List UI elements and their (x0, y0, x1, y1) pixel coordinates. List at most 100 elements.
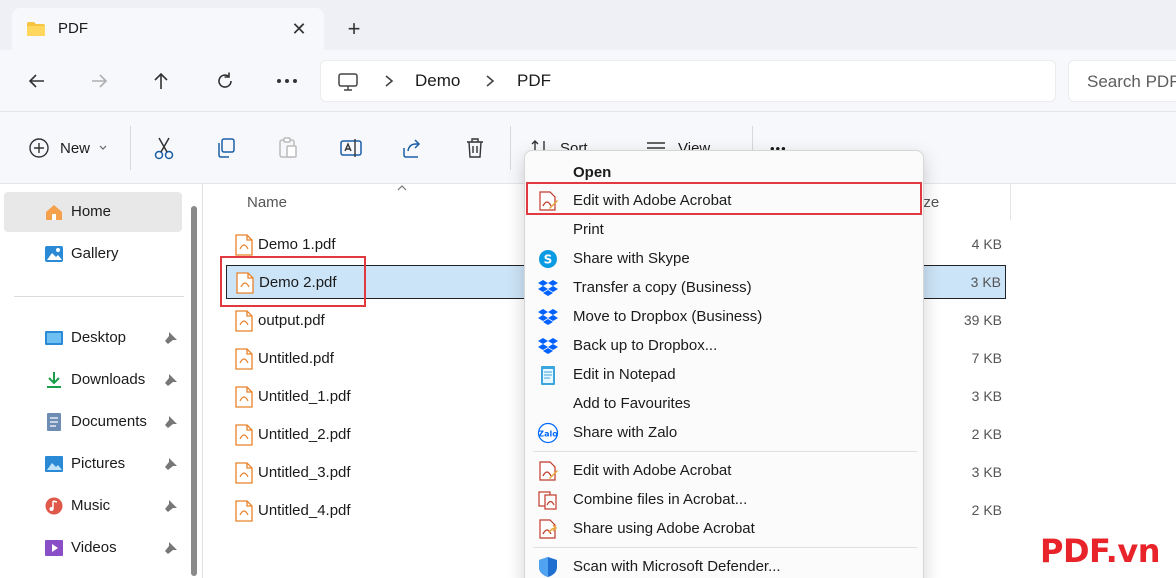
file-name: Untitled_3.pdf (258, 464, 351, 481)
sidebar-item-label: Desktop (71, 329, 127, 346)
sidebar-item-label: Home (71, 203, 112, 220)
watermark-logo: PDF.vn (1040, 532, 1160, 570)
sidebar-item-desktop[interactable]: Desktop (4, 318, 182, 358)
paste-button[interactable] (277, 134, 299, 162)
arrow-right-icon (92, 74, 108, 88)
navigation-bar: Demo PDF Search PDF (0, 50, 1176, 112)
skype-icon: S (539, 250, 557, 268)
rename-button[interactable] (339, 134, 363, 162)
file-name: output.pdf (258, 312, 325, 329)
sidebar-item-home[interactable]: Home (4, 192, 182, 232)
file-size: 3 KB (971, 388, 1002, 404)
file-size: 2 KB (971, 502, 1002, 518)
svg-text:S: S (544, 253, 553, 267)
pin-icon (165, 374, 177, 386)
plus-circle-icon (29, 138, 49, 158)
desktop-icon (45, 331, 63, 345)
new-tab-button[interactable]: + (342, 18, 366, 42)
file-name: Demo 1.pdf (258, 236, 336, 253)
paste-icon (279, 137, 297, 158)
pin-icon (165, 332, 177, 344)
menu-item-notepad[interactable]: Edit in Notepad (529, 360, 919, 389)
menu-item-combine-acrobat[interactable]: Combine files in Acrobat... (529, 485, 919, 514)
menu-item-label: Edit in Notepad (573, 366, 676, 383)
share-button[interactable] (401, 134, 423, 162)
sidebar-item-downloads[interactable]: Downloads (4, 360, 182, 400)
menu-item-transfer-copy[interactable]: Transfer a copy (Business) (529, 273, 919, 302)
chevron-down-icon (99, 145, 107, 150)
scissors-icon (154, 137, 174, 160)
tab-pdf[interactable]: PDF ✕ (12, 8, 324, 50)
menu-item-move-dropbox[interactable]: Move to Dropbox (Business) (529, 302, 919, 331)
folder-icon (27, 22, 45, 36)
file-size: 3 KB (970, 274, 1001, 290)
search-box[interactable]: Search PDF (1068, 60, 1176, 102)
more-nav-button[interactable] (270, 64, 304, 98)
back-button[interactable] (20, 64, 54, 98)
sidebar-item-documents[interactable]: Documents (4, 402, 182, 442)
gallery-icon (45, 246, 63, 262)
acrobat-combine-icon (538, 491, 557, 510)
menu-item-label: Share using Adobe Acrobat (573, 520, 755, 537)
menu-item-favourites[interactable]: Add to Favourites (529, 389, 919, 418)
menu-item-backup-dropbox[interactable]: Back up to Dropbox... (529, 331, 919, 360)
menu-item-label: Share with Skype (573, 250, 690, 267)
sidebar-item-gallery[interactable]: Gallery (4, 234, 182, 274)
search-placeholder: Search PDF (1087, 72, 1176, 91)
file-size: 4 KB (971, 236, 1002, 252)
sort-ascending-icon (397, 185, 407, 191)
sidebar-item-pictures[interactable]: Pictures (4, 444, 182, 484)
trash-icon (467, 138, 483, 158)
music-icon (45, 497, 63, 515)
menu-item-label: Print (573, 221, 604, 238)
menu-item-share-acrobat[interactable]: Share using Adobe Acrobat (529, 514, 919, 543)
address-bar[interactable]: Demo PDF (320, 60, 1056, 102)
cut-button[interactable] (153, 134, 175, 162)
acrobat-share-icon (539, 519, 558, 539)
close-tab-icon[interactable]: ✕ (288, 18, 310, 40)
menu-item-defender[interactable]: Scan with Microsoft Defender... (529, 552, 919, 578)
tab-strip: PDF ✕ + (0, 0, 1176, 50)
sidebar-item-label: Pictures (71, 455, 126, 472)
pictures-icon (45, 456, 63, 472)
selected-file-highlight (220, 256, 366, 307)
file-size: 7 KB (971, 350, 1002, 366)
chevron-right-icon (486, 75, 495, 87)
copy-icon (218, 138, 235, 158)
delete-button[interactable] (464, 134, 486, 162)
zalo-icon: Zalo (537, 422, 558, 444)
pin-icon (165, 458, 177, 470)
documents-icon (47, 413, 61, 431)
menu-item-edit-acrobat-2[interactable]: Edit with Adobe Acrobat (529, 456, 919, 485)
arrow-left-icon (28, 74, 44, 88)
menu-divider (533, 451, 917, 452)
file-name: Untitled_1.pdf (258, 388, 351, 405)
column-divider[interactable] (1010, 184, 1011, 220)
new-button[interactable]: New (28, 134, 108, 162)
pin-icon (165, 500, 177, 512)
sidebar-scrollbar[interactable] (191, 206, 197, 576)
column-header-name[interactable]: Name (247, 194, 287, 211)
menu-item-zalo[interactable]: Zalo Share with Zalo (529, 418, 919, 447)
forward-button[interactable] (82, 64, 116, 98)
file-size: 3 KB (971, 464, 1002, 480)
menu-item-skype[interactable]: S Share with Skype (529, 244, 919, 273)
menu-item-label: Move to Dropbox (Business) (573, 308, 763, 325)
rename-icon (340, 139, 362, 157)
refresh-button[interactable] (208, 64, 242, 98)
file-size: 2 KB (971, 426, 1002, 442)
copy-button[interactable] (215, 134, 237, 162)
sidebar-item-videos[interactable]: Videos (4, 528, 182, 568)
breadcrumb-demo[interactable]: Demo (415, 71, 460, 91)
sidebar-item-music[interactable]: Music (4, 486, 182, 526)
dropbox-icon (538, 280, 558, 296)
file-name: Untitled_2.pdf (258, 426, 351, 443)
pdf-file-icon (235, 348, 253, 370)
breadcrumb-pdf[interactable]: PDF (517, 71, 551, 91)
pdf-file-icon (235, 462, 253, 484)
menu-item-print[interactable]: Print (529, 215, 919, 244)
dropbox-icon (538, 309, 558, 325)
file-name: Untitled_4.pdf (258, 502, 351, 519)
up-button[interactable] (144, 64, 178, 98)
download-icon (47, 372, 61, 388)
